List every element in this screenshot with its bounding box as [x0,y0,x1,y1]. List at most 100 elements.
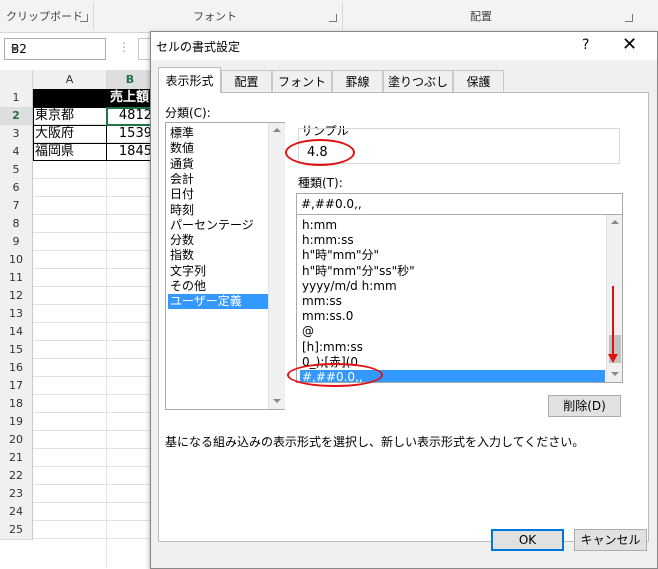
scroll-down-icon[interactable] [611,372,619,376]
ribbon-separator [93,2,94,30]
close-icon[interactable]: ✕ [622,34,637,55]
category-item[interactable]: 時刻 [168,203,270,218]
format-item[interactable]: [h]:mm:ss [300,340,605,355]
format-item[interactable]: mm:ss [300,294,605,309]
row-header[interactable]: 6 [0,179,33,198]
tab-font[interactable]: フォント [272,70,332,92]
category-item[interactable]: 通貨 [168,157,270,172]
row-header[interactable]: 12 [0,287,33,306]
tab-number[interactable]: 表示形式 [158,67,221,93]
formula-bar-grip-icon: ⋮ [118,40,130,54]
category-item[interactable]: ユーザー定義 [168,294,270,310]
help-button[interactable]: ? [582,37,589,53]
row-header[interactable]: 16 [0,359,33,378]
category-item[interactable]: 数値 [168,141,270,156]
row-header[interactable]: 4 [0,143,33,162]
cell-b1-header[interactable]: 売上額 [107,89,156,107]
red-arrow-annotation [612,286,614,356]
row-header[interactable]: 25 [0,521,33,540]
row-header[interactable]: 23 [0,485,33,504]
ok-button[interactable]: OK [491,529,564,551]
row-header[interactable]: 13 [0,305,33,324]
format-item[interactable]: yyyy/m/d h:mm [300,279,605,294]
category-item[interactable]: 標準 [168,126,270,141]
dialog-title: セルの書式設定 [156,40,241,54]
scroll-up-icon[interactable] [611,220,619,224]
row-header[interactable]: 9 [0,233,33,252]
row-header[interactable]: 5 [0,161,33,180]
category-scrollbar[interactable] [268,123,285,409]
category-item[interactable]: その他 [168,279,270,294]
row-header[interactable]: 19 [0,413,33,432]
row-header[interactable]: 17 [0,377,33,396]
tab-protection[interactable]: 保護 [453,70,504,92]
row-header[interactable]: 1 [0,89,33,108]
grid-line [33,250,153,251]
format-item[interactable]: h:mm [300,218,605,233]
row-header[interactable]: 3 [0,125,33,144]
cell-a1[interactable] [33,89,107,107]
row-header[interactable]: 7 [0,197,33,216]
grid-line [33,232,153,233]
row-header[interactable]: 10 [0,251,33,270]
red-annotation-oval [287,363,383,387]
row-header[interactable]: 24 [0,503,33,522]
scroll-up-icon[interactable] [273,128,281,132]
tab-border[interactable]: 罫線 [332,70,383,92]
category-item[interactable]: 日付 [168,187,270,202]
name-box[interactable]: B2 [4,38,106,60]
category-list[interactable]: 標準 数値 通貨 会計 日付 時刻 パーセンテージ 分数 指数 文字列 その他 ユーザー定義 [165,122,285,410]
grid-line [33,358,153,359]
format-item[interactable]: @ [300,324,605,339]
row-header[interactable]: 15 [0,341,33,360]
grid-line [33,466,153,467]
tab-fill[interactable]: 塗りつぶし [383,70,453,92]
row-header[interactable]: 20 [0,431,33,450]
row-header[interactable]: 11 [0,269,33,288]
select-all-corner[interactable] [0,70,33,90]
scroll-down-icon[interactable] [273,399,281,403]
category-label: 分類(C): [165,106,211,120]
format-list[interactable]: h:mm h:mm:ss h"時"mm"分" h"時"mm"分"ss"秒" yyyy/m… [296,215,623,383]
font-launcher-icon[interactable] [329,14,337,22]
type-input[interactable]: #,##0.0,, [296,193,623,215]
red-annotation-oval [285,139,355,166]
active-cell-b2[interactable] [106,107,154,126]
category-item[interactable]: パーセンテージ [168,218,270,233]
row-header[interactable]: 21 [0,449,33,468]
grid-line [33,484,153,485]
column-header-a[interactable]: A [33,70,107,90]
column-header-b[interactable]: B [107,70,154,91]
category-item[interactable]: 文字列 [168,264,270,279]
grid-line [33,268,153,269]
grid-line [33,376,153,377]
delete-button[interactable]: 削除(D) [548,395,621,417]
tab-alignment[interactable]: 配置 [221,70,272,92]
grid-line [33,448,153,449]
description-text: 基になる組み込みの表示形式を選択し、新しい表示形式を入力してください。 [165,435,585,449]
grid-line [33,178,153,179]
format-item[interactable]: h"時"mm"分"ss"秒" [300,264,605,279]
row-header[interactable]: 18 [0,395,33,414]
grid-line [33,538,153,539]
grid-line [33,340,153,341]
alignment-launcher-icon[interactable] [625,14,633,22]
grid-line [33,214,153,215]
format-item[interactable]: h:mm:ss [300,233,605,248]
category-item[interactable]: 会計 [168,172,270,187]
row-header[interactable]: 2 [0,107,33,126]
cancel-button[interactable]: キャンセル [574,529,647,551]
grid-line [33,322,153,323]
row-header[interactable]: 14 [0,323,33,342]
category-item[interactable]: 指数 [168,248,270,263]
row-header[interactable]: 8 [0,215,33,234]
format-item[interactable]: h"時"mm"分" [300,248,605,263]
red-arrowhead-icon [608,354,618,363]
dialog-title-bar[interactable]: セルの書式設定 ? ✕ [151,32,657,60]
chevron-down-icon[interactable] [11,47,19,51]
grid-line [33,286,153,287]
clipboard-launcher-icon[interactable] [80,14,88,22]
row-header[interactable]: 22 [0,467,33,486]
category-item[interactable]: 分数 [168,233,270,248]
format-item[interactable]: mm:ss.0 [300,309,605,324]
